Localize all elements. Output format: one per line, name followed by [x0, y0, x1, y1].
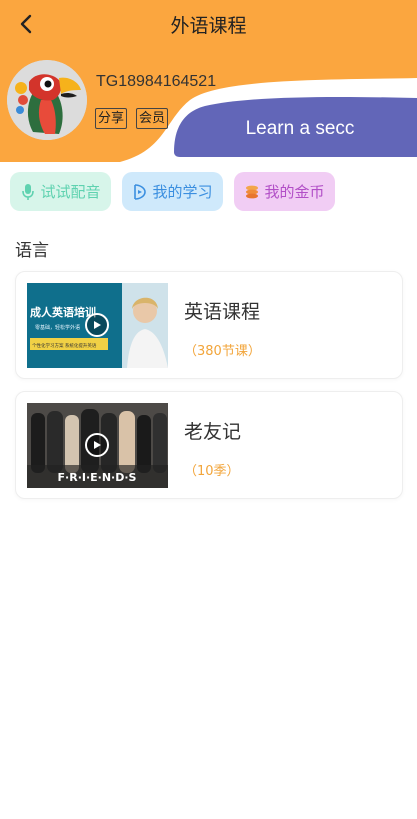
my-coins-label: 我的金币: [264, 183, 325, 201]
page-title: 外语课程: [170, 15, 247, 37]
header: 外语课程 TG18984164521 分享 会员 Learn a secc: [0, 0, 417, 165]
course-thumbnail: 成人英语培训 零基础，轻松学外语 个性化学习方案 系统化提升英语: [27, 283, 168, 368]
course-name: 老友记: [184, 421, 242, 443]
my-study-label: 我的学习: [152, 183, 213, 201]
course-card-english[interactable]: 成人英语培训 零基础，轻松学外语 个性化学习方案 系统化提升英语 英语课程 （3…: [15, 271, 403, 379]
member-tag[interactable]: 会员: [136, 108, 169, 129]
dubbing-label: 试试配音: [40, 183, 101, 201]
dubbing-button[interactable]: 试试配音: [10, 172, 111, 211]
learn-banner-text: Learn a secc: [245, 118, 355, 139]
microphone-icon: [20, 183, 36, 201]
thumb-title: 成人英语培训: [30, 305, 96, 319]
thumb-line: 零基础，轻松学外语: [35, 324, 80, 331]
user-id: TG18984164521: [96, 73, 217, 90]
play-icon[interactable]: [85, 313, 109, 337]
my-study-button[interactable]: 我的学习: [122, 172, 223, 211]
thumb-line: 个性化学习方案 系统化提升英语: [32, 342, 97, 349]
coins-icon: [244, 183, 260, 201]
avatar[interactable]: [7, 60, 87, 140]
my-coins-button[interactable]: 我的金币: [234, 172, 335, 211]
course-count: （10季）: [184, 464, 240, 479]
parrot-avatar-icon: [7, 60, 87, 140]
course-name: 英语课程: [184, 301, 261, 323]
play-icon[interactable]: [85, 433, 109, 457]
study-icon: [132, 183, 148, 201]
course-count: （380节课）: [184, 344, 261, 359]
thumb-title: F·R·I·E·N·D·S: [58, 471, 137, 484]
share-tag[interactable]: 分享: [95, 108, 128, 129]
course-thumbnail: F·R·I·E·N·D·S: [27, 403, 168, 488]
course-card-friends[interactable]: F·R·I·E·N·D·S 老友记 （10季）: [15, 391, 403, 499]
section-label: 语言: [15, 241, 49, 261]
